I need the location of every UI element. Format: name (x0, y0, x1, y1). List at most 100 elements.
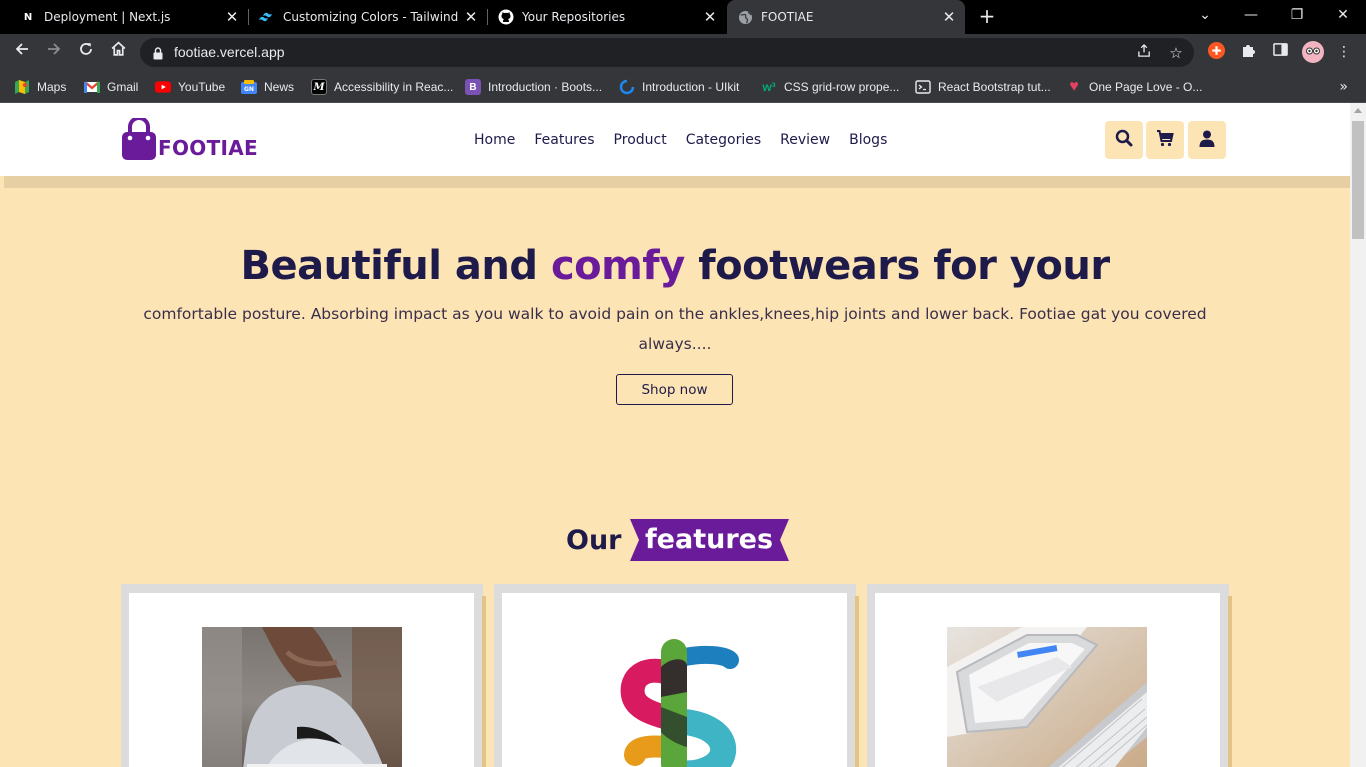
news-icon: GN (241, 79, 257, 95)
bookmark-gmail[interactable]: Gmail (84, 76, 138, 98)
bookmark-bootstrap[interactable]: B Introduction · Boots... (465, 76, 602, 98)
youtube-icon (155, 79, 171, 95)
sneaker-photo (202, 627, 402, 767)
card-shadow (855, 596, 859, 767)
uikit-icon (619, 79, 635, 95)
more-bookmarks-chevron-icon[interactable]: » (1339, 76, 1348, 98)
github-icon (498, 9, 514, 25)
cart-icon (1156, 129, 1174, 151)
close-tab-icon[interactable]: ✕ (222, 8, 242, 26)
address-bar[interactable]: footiae.vercel.app ☆ (140, 38, 1194, 67)
tailwind-icon (259, 9, 275, 25)
account-button[interactable] (1188, 121, 1226, 159)
medium-icon: M (311, 79, 327, 95)
home-button[interactable] (106, 40, 130, 64)
nextjs-icon: N (23, 11, 33, 23)
tab-github[interactable]: Your Repositories ✕ (488, 0, 726, 34)
feature-card (867, 584, 1232, 767)
browser-toolbar: footiae.vercel.app ☆ ⋮ (0, 34, 1366, 70)
brand-logo[interactable]: FOOTIAE (120, 116, 258, 160)
bookmark-news[interactable]: GN News (241, 76, 294, 98)
bookmark-uikit[interactable]: Introduction - UIkit (619, 76, 739, 98)
bookmark-react-bootstrap[interactable]: React Bootstrap tut... (915, 76, 1051, 98)
heart-icon: ♥ (1069, 78, 1079, 95)
features-ribbon: features (629, 519, 789, 561)
bookmarks-bar: Maps Gmail YouTube GN News M Accessibili… (0, 70, 1366, 103)
tab-tailwind[interactable]: Customizing Colors - Tailwind CSS ✕ (249, 0, 487, 34)
forward-button[interactable] (42, 40, 66, 64)
maps-icon (14, 79, 30, 95)
bookmark-star-icon[interactable]: ☆ (1166, 43, 1186, 63)
feature-card (121, 584, 486, 767)
nav-blogs[interactable]: Blogs (849, 132, 887, 148)
w3schools-icon: w³ (762, 80, 776, 94)
tab-search-chevron-icon[interactable]: ⌄ (1182, 0, 1228, 34)
tab-footiae[interactable]: FOOTIAE ✕ (727, 0, 965, 34)
nav-categories[interactable]: Categories (686, 132, 761, 148)
card-shadow (482, 596, 486, 767)
feature-card (494, 584, 859, 767)
cart-button[interactable] (1146, 121, 1184, 159)
hero-title: Beautiful and comfy footwears for your (0, 243, 1350, 289)
feature-card-body (875, 593, 1220, 767)
close-tab-icon[interactable]: ✕ (939, 8, 959, 26)
hero-description: comfortable posture. Absorbing impact as… (143, 305, 1207, 353)
features-heading-ribbon-text: features (644, 524, 774, 555)
search-icon (1115, 129, 1133, 151)
svg-text:GN: GN (244, 86, 254, 93)
card-shadow (1228, 596, 1232, 767)
shopping-bag-icon (120, 116, 158, 160)
tablet-keyboard-photo (947, 627, 1147, 767)
site-header: FOOTIAE Home Features Product Categories… (0, 103, 1350, 176)
brand-name: FOOTIAE (158, 136, 258, 160)
gmail-icon (84, 79, 100, 95)
restore-button[interactable]: ❐ (1274, 0, 1320, 34)
profile-avatar[interactable] (1302, 41, 1324, 63)
bookmark-css-grid[interactable]: w³ CSS grid-row prope... (761, 76, 899, 98)
share-icon[interactable] (1134, 43, 1154, 63)
nav-home[interactable]: Home (474, 132, 515, 148)
features-heading: Our features (566, 519, 789, 561)
user-icon (1199, 130, 1215, 151)
close-tab-icon[interactable]: ✕ (461, 8, 481, 26)
bootstrap-icon: B (465, 79, 481, 95)
tab-strip: N Deployment | Next.js ✕ Customizing Col… (0, 0, 1366, 34)
bookmark-maps[interactable]: Maps (14, 76, 66, 98)
page-scrollbar[interactable] (1350, 103, 1366, 767)
minimize-button[interactable]: — (1228, 0, 1274, 34)
bookmark-one-page-love[interactable]: ♥ One Page Love - O... (1066, 76, 1202, 98)
bookmark-youtube[interactable]: YouTube (155, 76, 225, 98)
feature-card-body (129, 593, 474, 767)
features-heading-our: Our (566, 524, 622, 556)
hero-title-accent: comfy (550, 243, 685, 289)
scrollbar-thumb[interactable] (1352, 121, 1364, 239)
bookmark-accessibility[interactable]: M Accessibility in Reac... (311, 76, 453, 98)
hero-title-part2: footwears for your (698, 243, 1110, 289)
nav-features[interactable]: Features (534, 132, 594, 148)
search-button[interactable] (1105, 121, 1143, 159)
nav-product[interactable]: Product (614, 132, 667, 148)
extensions-puzzle-icon[interactable] (1238, 42, 1258, 62)
reload-button[interactable] (74, 40, 98, 64)
globe-icon (737, 9, 753, 25)
nav-review[interactable]: Review (780, 132, 830, 148)
chrome-menu-icon[interactable]: ⋮ (1334, 42, 1354, 62)
feature-card-body (502, 593, 847, 767)
page-viewport: FOOTIAE Home Features Product Categories… (0, 103, 1350, 767)
close-window-button[interactable]: ✕ (1320, 0, 1366, 34)
header-shadow (4, 176, 1350, 188)
side-panel-icon[interactable] (1270, 42, 1290, 62)
lock-icon[interactable] (153, 45, 163, 60)
main-nav: Home Features Product Categories Review … (474, 103, 906, 176)
new-tab-button[interactable]: + (976, 5, 998, 27)
scroll-up-arrow-icon[interactable] (1354, 108, 1362, 113)
dollar-sign-graphic (575, 627, 775, 767)
terminal-icon (915, 79, 931, 95)
hero-title-part1: Beautiful and (240, 243, 538, 289)
extension-plus-icon[interactable] (1206, 42, 1226, 62)
tab-nextjs[interactable]: N Deployment | Next.js ✕ (0, 0, 248, 34)
back-button[interactable] (10, 40, 34, 64)
close-tab-icon[interactable]: ✕ (700, 8, 720, 26)
shop-now-button[interactable]: Shop now (616, 374, 733, 405)
url-text: footiae.vercel.app (174, 44, 285, 60)
